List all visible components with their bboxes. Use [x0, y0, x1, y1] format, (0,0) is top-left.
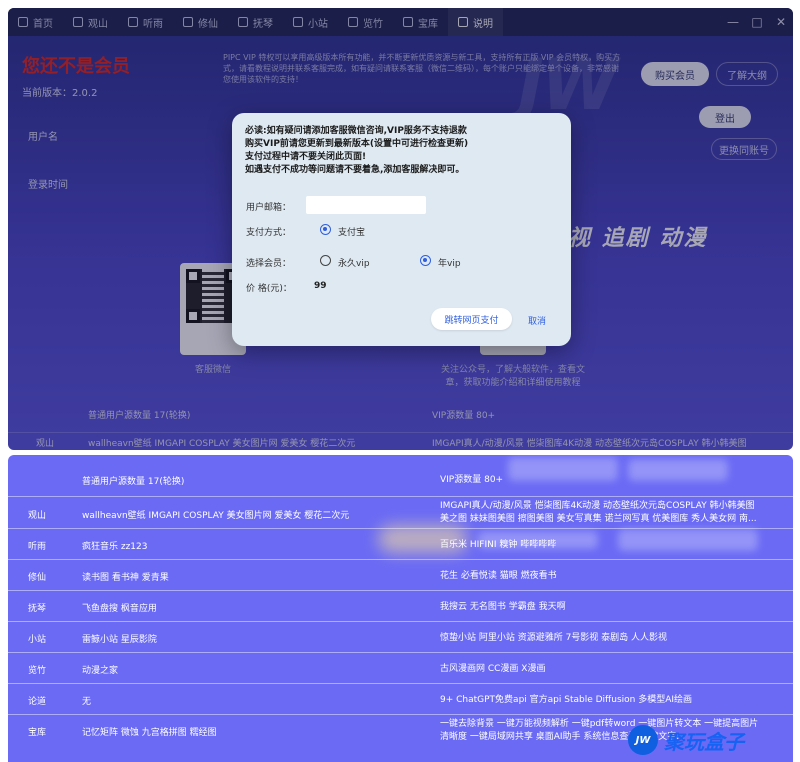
- table-row: 论道 无 9+ ChatGPT免费api 官方api Stable Diffus…: [8, 684, 793, 715]
- notice-line: 必读:如有疑问请添加客服微信咨询,VIP服务不支持退款: [245, 126, 467, 136]
- table-row: 观山 wallheavn壁纸 IMGAPI COSPLAY 美女图片网 爱美女 …: [8, 497, 793, 529]
- price-value: 99: [314, 281, 327, 291]
- email-label: 用户邮箱：: [246, 203, 292, 213]
- brand-watermark: JW 聚玩盒子: [628, 725, 744, 755]
- price-label: 价 格(元)：: [246, 284, 292, 294]
- payment-option-label: 支付宝: [338, 228, 366, 238]
- table-row: 抚琴 飞鱼盘搜 枫音应用 我搜云 无名图书 学霸盘 我天啊: [8, 591, 793, 622]
- member-option-yearly: 年vip: [438, 259, 461, 269]
- header-vip: VIP源数量 80+: [440, 475, 504, 485]
- row-name: 论道: [28, 697, 47, 707]
- row-name: 观山: [28, 511, 47, 521]
- member-radio-lifetime[interactable]: [320, 255, 331, 266]
- row-name: 览竹: [28, 666, 47, 676]
- table-header: 普通用户源数量 17(轮换) VIP源数量 80+: [8, 455, 793, 497]
- email-field[interactable]: [306, 196, 426, 214]
- row-vip: 花生 必看悦读 猫眼 燃夜看书: [440, 571, 557, 581]
- notice-line: 购买VIP前请您更新到最新版本(设置中可进行检查更新): [245, 139, 469, 149]
- member-option-lifetime: 永久vip: [338, 259, 370, 269]
- member-label: 选择会员：: [246, 259, 292, 269]
- member-radio-yearly[interactable]: [420, 255, 431, 266]
- row-name: 抚琴: [28, 604, 47, 614]
- row-vip: IMGAPI真人/动漫/风景 恺柒图库4K动漫 动态壁纸次元岛COSPLAY 韩…: [440, 501, 757, 524]
- row-vip: 百乐米 HIFINI 糗钟 哔哔哔哔: [440, 540, 557, 550]
- jw-logo-icon: JW: [628, 725, 658, 755]
- row-normal: 记忆矩阵 微蚀 九宫格拼图 糯经图: [82, 728, 217, 738]
- row-vip: 惊蛰小站 阿里小站 资源避雅所 7号影视 泰剧岛 人人影视: [440, 633, 668, 643]
- row-normal: 疯狂音乐 zz123: [82, 542, 148, 552]
- row-normal: 雷鲸小站 星辰影院: [82, 635, 157, 645]
- table-row: 听雨 疯狂音乐 zz123 百乐米 HIFINI 糗钟 哔哔哔哔: [8, 529, 793, 560]
- row-vip: 我搜云 无名图书 学霸盘 我天啊: [440, 602, 566, 612]
- table-row: 小站 雷鲸小站 星辰影院 惊蛰小站 阿里小站 资源避雅所 7号影视 泰剧岛 人人…: [8, 622, 793, 653]
- row-normal: 无: [82, 697, 92, 707]
- notice-line: 支付过程中请不要关闭此页面!: [245, 152, 367, 162]
- source-table-panel: 普通用户源数量 17(轮换) VIP源数量 80+ 观山 wallheavn壁纸…: [8, 455, 793, 762]
- payment-radio-alipay[interactable]: [320, 224, 331, 235]
- header-normal: 普通用户源数量 17(轮换): [82, 477, 185, 487]
- row-name: 听雨: [28, 542, 47, 552]
- row-vip: 古风漫画网 CC漫画 X漫画: [440, 664, 546, 674]
- row-name: 宝库: [28, 728, 47, 738]
- row-name: 小站: [28, 635, 47, 645]
- row-normal: 动漫之家: [82, 666, 119, 676]
- table-row: 修仙 读书图 看书神 爱青果 花生 必看悦读 猫眼 燃夜看书: [8, 560, 793, 591]
- row-vip: 9+ ChatGPT免费api 官方api Stable Diffusion 多…: [440, 695, 693, 705]
- row-name: 修仙: [28, 573, 47, 583]
- brand-text: 聚玩盒子: [664, 729, 744, 754]
- row-normal: 读书图 看书神 爱青果: [82, 573, 169, 583]
- table-row: 览竹 动漫之家 古风漫画网 CC漫画 X漫画: [8, 653, 793, 684]
- dialog-notice: 必读:如有疑问请添加客服微信咨询,VIP服务不支持退款 购买VIP前请您更新到最…: [245, 125, 468, 177]
- row-normal: 飞鱼盘搜 枫音应用: [82, 604, 157, 614]
- row-normal: wallheavn壁纸 IMGAPI COSPLAY 美女图片网 爱美女 樱花二…: [82, 511, 350, 521]
- pay-button[interactable]: 跳转网页支付: [431, 308, 512, 330]
- notice-line: 如遇支付不成功等问题请不要着急,添加客服解决即可。: [245, 165, 465, 175]
- payment-label: 支付方式：: [246, 228, 292, 238]
- purchase-dialog: 必读:如有疑问请添加客服微信咨询,VIP服务不支持退款 购买VIP前请您更新到最…: [232, 113, 571, 346]
- cancel-button[interactable]: 取消: [528, 314, 546, 327]
